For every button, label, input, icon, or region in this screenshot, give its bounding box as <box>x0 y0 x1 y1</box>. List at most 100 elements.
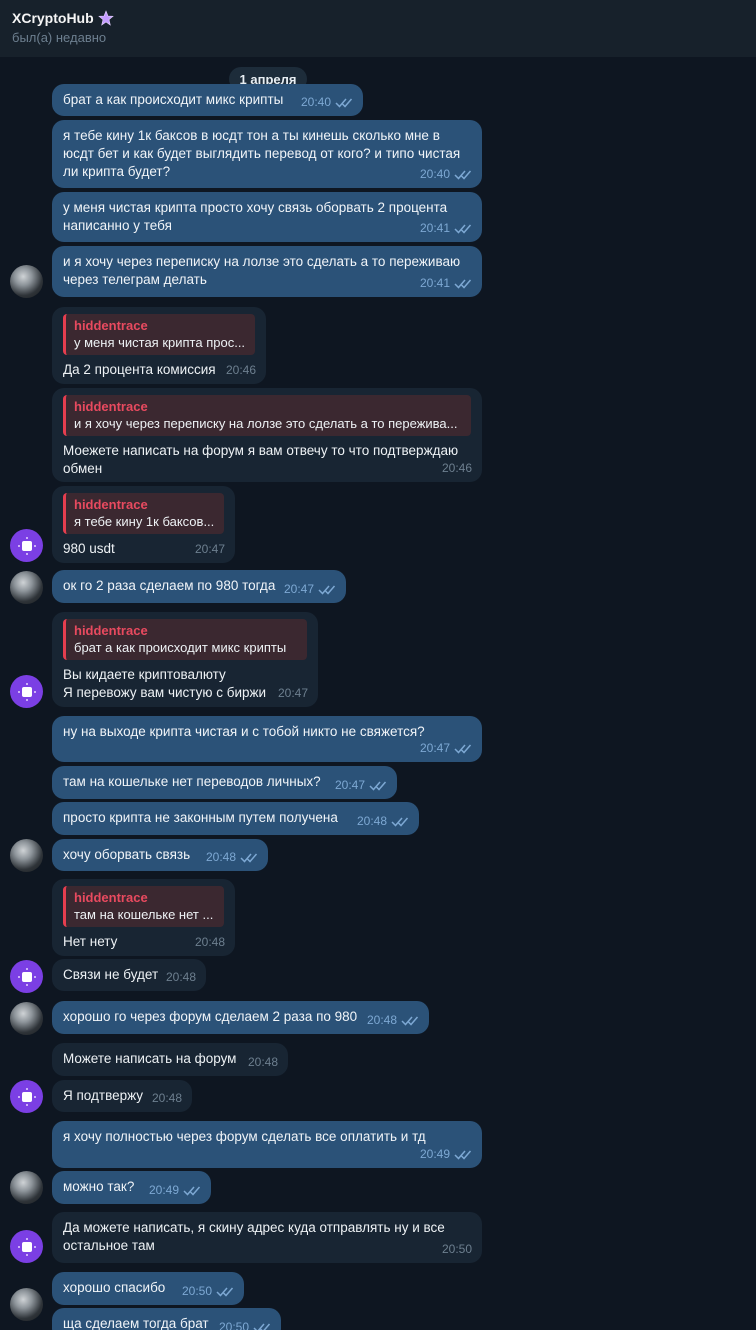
message-meta: 20:41 <box>420 274 472 292</box>
outgoing-message[interactable]: там на кошельке нет переводов личных? 20… <box>52 766 397 799</box>
reply-quote[interactable]: hiddentrace у меня чистая крипта прос... <box>63 314 255 355</box>
bot-avatar[interactable] <box>10 675 43 708</box>
user-avatar[interactable] <box>10 1002 43 1035</box>
star-icon <box>97 10 114 26</box>
reply-text: брат а как происходит микс крипты <box>74 640 287 655</box>
user-avatar[interactable] <box>10 1288 43 1321</box>
chat-status: был(а) недавно <box>12 30 107 45</box>
incoming-message[interactable]: hiddentrace там на кошельке нет ... Нет … <box>52 879 235 956</box>
double-check-icon <box>240 853 258 863</box>
user-avatar[interactable] <box>10 571 43 604</box>
reply-author: hiddentrace <box>74 890 148 905</box>
message-time: 20:48 <box>205 850 236 864</box>
double-check-icon <box>454 744 472 754</box>
incoming-message[interactable]: Можете написать на форум 20:48 <box>52 1043 288 1076</box>
double-check-icon <box>454 279 472 289</box>
message-meta: 20:47 <box>284 580 336 598</box>
reply-text: у меня чистая крипта прос... <box>74 335 246 350</box>
incoming-message[interactable]: hiddentrace у меня чистая крипта прос...… <box>52 307 266 384</box>
outgoing-message[interactable]: я хочу полностью через форум сделать все… <box>52 1121 482 1168</box>
message-meta: 20:49 <box>420 1145 472 1163</box>
chat-header[interactable]: XCryptoHub был(а) недавно <box>0 0 756 57</box>
message-meta: 20:48 <box>248 1053 278 1071</box>
bot-avatar[interactable] <box>10 529 43 562</box>
message-text: хорошо го через форум сделаем 2 раза по … <box>63 1009 358 1024</box>
message-meta: 20:47 <box>195 540 225 558</box>
message-meta: 20:40 <box>301 93 353 111</box>
message-text: у меня чистая крипта просто хочу связь о… <box>63 200 451 233</box>
double-check-icon <box>183 1186 201 1196</box>
outgoing-message[interactable]: хорошо го через форум сделаем 2 раза по … <box>52 1001 429 1034</box>
message-time: 20:49 <box>148 1183 179 1197</box>
message-text: Моежете написать на форум я вам отвечу т… <box>63 443 462 476</box>
message-time: 20:48 <box>247 1055 278 1069</box>
outgoing-message[interactable]: я тебе кину 1к баксов в юсдт тон а ты ки… <box>52 120 482 188</box>
outgoing-message[interactable]: у меня чистая крипта просто хочу связь о… <box>52 192 482 242</box>
message-meta: 20:48 <box>357 812 409 830</box>
outgoing-message[interactable]: брат а как происходит микс крипты 20:40 <box>52 84 363 116</box>
user-avatar[interactable] <box>10 839 43 872</box>
outgoing-message[interactable]: ну на выходе крипта чистая и с тобой ник… <box>52 716 482 762</box>
double-check-icon <box>369 781 387 791</box>
reply-author: hiddentrace <box>74 318 148 333</box>
message-time: 20:46 <box>441 461 472 475</box>
reply-text: там на кошельке нет ... <box>74 907 214 922</box>
message-time: 20:47 <box>419 741 450 755</box>
reply-quote[interactable]: hiddentrace там на кошельке нет ... <box>63 886 224 927</box>
message-time: 20:40 <box>419 167 450 181</box>
message-meta: 20:48 <box>152 1089 182 1107</box>
message-meta: 20:47 <box>335 776 387 794</box>
chat-title: XCryptoHub <box>12 8 744 28</box>
message-time: 20:50 <box>441 1242 472 1256</box>
outgoing-message[interactable]: ок го 2 раза сделаем по 980 тогда 20:47 <box>52 570 346 603</box>
bot-avatar[interactable] <box>10 960 43 993</box>
outgoing-message[interactable]: хочу оборвать связь 20:48 <box>52 839 268 871</box>
cube-icon <box>17 536 36 555</box>
message-time: 20:41 <box>419 221 450 235</box>
double-check-icon <box>454 170 472 180</box>
message-meta: 20:50 <box>182 1282 234 1300</box>
message-meta: 20:47 <box>420 739 472 757</box>
outgoing-message[interactable]: просто крипта не законным путем получена… <box>52 802 419 835</box>
outgoing-message[interactable]: и я хочу через переписку на лолзе это сд… <box>52 246 482 297</box>
message-text: Можете написать на форум <box>63 1051 237 1066</box>
double-check-icon <box>253 1323 271 1330</box>
incoming-message[interactable]: hiddentrace я тебе кину 1к баксов... 980… <box>52 486 235 563</box>
message-time: 20:48 <box>151 1091 182 1105</box>
message-time: 20:50 <box>181 1284 212 1298</box>
user-avatar[interactable] <box>10 265 43 298</box>
double-check-icon <box>318 585 336 595</box>
bot-avatar[interactable] <box>10 1230 43 1263</box>
message-text: я хочу полностью через форум сделать все… <box>63 1129 426 1144</box>
message-list[interactable]: 1 апреля брат а как происходит микс крип… <box>0 57 756 1330</box>
message-text: Вы кидаете криптовалюту Я перевожу вам ч… <box>63 667 267 700</box>
incoming-message[interactable]: Я подтвержу 20:48 <box>52 1080 192 1112</box>
double-check-icon <box>454 1150 472 1160</box>
message-time: 20:48 <box>165 970 196 984</box>
incoming-message[interactable]: Связи не будет 20:48 <box>52 959 206 991</box>
message-meta: 20:47 <box>278 684 308 702</box>
message-time: 20:48 <box>194 935 225 949</box>
reply-author: hiddentrace <box>74 399 148 414</box>
message-time: 20:49 <box>419 1147 450 1161</box>
double-check-icon <box>391 817 409 827</box>
cube-icon <box>17 682 36 701</box>
cube-icon <box>17 967 36 986</box>
outgoing-message[interactable]: можно так? 20:49 <box>52 1171 211 1204</box>
reply-quote[interactable]: hiddentrace я тебе кину 1к баксов... <box>63 493 224 534</box>
incoming-message[interactable]: Да можете написать, я скину адрес куда о… <box>52 1212 482 1263</box>
user-avatar[interactable] <box>10 1171 43 1204</box>
reply-quote[interactable]: hiddentrace и я хочу через переписку на … <box>63 395 471 436</box>
incoming-message[interactable]: hiddentrace брат а как происходит микс к… <box>52 612 318 707</box>
message-meta: 20:40 <box>420 165 472 183</box>
message-meta: 20:50 <box>219 1318 271 1330</box>
message-time: 20:47 <box>277 686 308 700</box>
message-time: 20:40 <box>300 95 331 109</box>
message-meta: 20:48 <box>195 933 225 951</box>
double-check-icon <box>454 224 472 234</box>
outgoing-message[interactable]: хорошо спасибо 20:50 <box>52 1272 244 1305</box>
bot-avatar[interactable] <box>10 1080 43 1113</box>
reply-quote[interactable]: hiddentrace брат а как происходит микс к… <box>63 619 307 660</box>
outgoing-message[interactable]: ща сделаем тогда брат 20:50 <box>52 1308 281 1330</box>
incoming-message[interactable]: hiddentrace и я хочу через переписку на … <box>52 388 482 482</box>
